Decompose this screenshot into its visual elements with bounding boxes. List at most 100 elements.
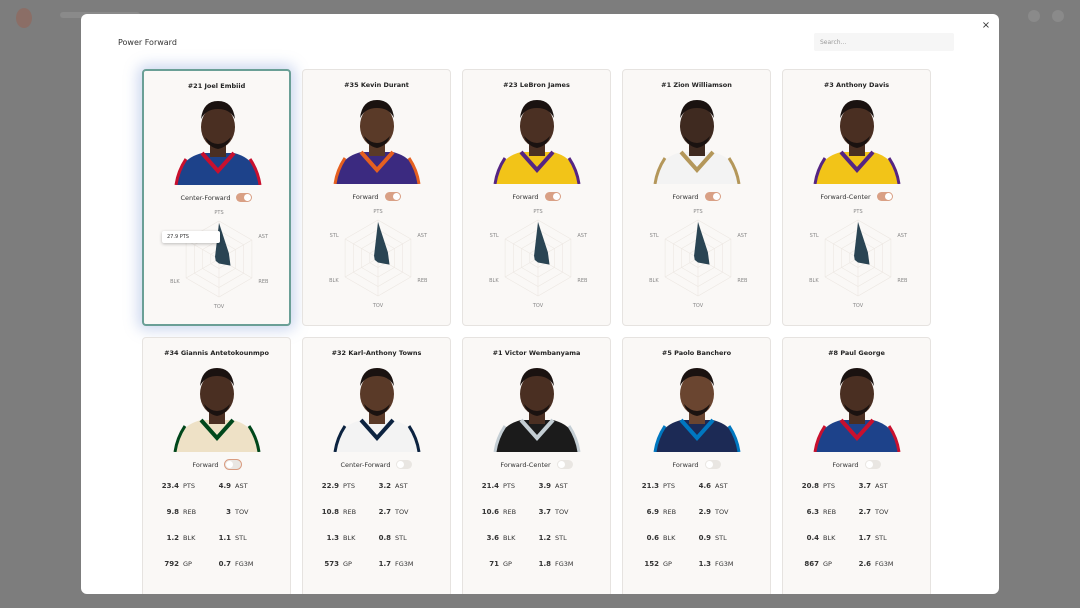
stat-tov: 3 TOV	[211, 508, 281, 516]
player-card-1-zion-williamson[interactable]: #1 Zion Williamson Forward PTS AST REB TOV BLK…	[622, 69, 771, 326]
radar-shape	[694, 221, 710, 265]
position-row: Forward	[623, 192, 770, 201]
radar-label-blk: BLK	[489, 278, 499, 284]
stats-view-toggle[interactable]	[396, 460, 413, 469]
radar-chart: PTSASTREBTOVBLKSTL	[649, 209, 748, 308]
player-photo	[653, 100, 741, 184]
stats-view-toggle[interactable]	[236, 193, 253, 202]
stat-stl: 1.7 STL	[851, 534, 921, 542]
stat-value: 1.7	[858, 534, 871, 542]
player-card-34-giannis-antetokounmpo[interactable]: #34 Giannis Antetokounmpo Forward 23.4 PTS 4…	[142, 337, 291, 594]
stat-value: 3	[226, 508, 231, 516]
stat-key: GP	[183, 560, 192, 568]
stats-view-toggle[interactable]	[876, 192, 893, 201]
player-card-8-paul-george[interactable]: #8 Paul George Forward 20.8 PTS 3.7 AST 6.3 REB…	[782, 337, 931, 594]
stat-key: REB	[343, 508, 357, 516]
player-name: #1 Victor Wembanyama	[492, 349, 581, 357]
player-photo	[333, 368, 421, 452]
app-logo	[16, 8, 32, 28]
stats-view-toggle[interactable]	[864, 460, 881, 469]
player-card-5-paolo-banchero[interactable]: #5 Paolo Banchero Forward 21.3 PTS 4.6 AST 6.9…	[622, 337, 771, 594]
player-card-1-victor-wembanyama[interactable]: #1 Victor Wembanyama Forward-Center 21.4 PT…	[462, 337, 611, 594]
stat-ast: 3.2 AST	[371, 482, 441, 490]
radar-label-stl: STL	[650, 233, 659, 239]
stat-value: 152	[644, 560, 659, 568]
app-avatar	[1052, 10, 1064, 22]
stat-key: REB	[823, 508, 837, 516]
radar-label-stl: STL	[810, 233, 819, 239]
radar-label-blk: BLK	[329, 278, 339, 284]
radar-label-reb: REB	[737, 278, 748, 284]
close-button[interactable]: ×	[980, 20, 992, 32]
radar-chart: PTSASTREBTOVBLKSTL	[170, 210, 269, 309]
radar-shape	[854, 221, 870, 265]
search-input[interactable]	[814, 33, 954, 51]
position-row: Forward	[623, 460, 770, 469]
stat-key: AST	[555, 482, 568, 490]
stat-value: 3.6	[486, 534, 499, 542]
player-name: #35 Kevin Durant	[344, 81, 409, 89]
stat-value: 20.8	[801, 482, 819, 490]
stat-value: 0.9	[698, 534, 711, 542]
player-name: #1 Zion Williamson	[661, 81, 732, 89]
stat-key: STL	[395, 534, 407, 542]
player-card-23-lebron-james[interactable]: #23 LeBron James Forward PTS AST REB TOV BLK ST…	[462, 69, 611, 326]
stat-key: REB	[503, 508, 517, 516]
stat-value: 1.1	[218, 534, 231, 542]
stat-key: PTS	[823, 482, 836, 490]
stat-tov: 3.7 TOV	[531, 508, 601, 516]
player-name: #8 Paul George	[828, 349, 885, 357]
stats-view-toggle[interactable]	[556, 460, 573, 469]
position-label: Forward	[672, 460, 699, 469]
radar-label-stl: STL	[330, 233, 339, 239]
stat-tov: 2.9 TOV	[691, 508, 761, 516]
radar-label-blk: BLK	[170, 279, 180, 285]
player-card-21-joel-embiid[interactable]: #21 Joel Embiid Center-Forward PTS AST REB TO…	[142, 69, 291, 326]
stat-fg3m: 1.8 FG3M	[531, 560, 601, 568]
stats-view-toggle[interactable]	[223, 459, 242, 470]
stat-fg3m: 2.6 FG3M	[851, 560, 921, 568]
stat-value: 3.7	[538, 508, 551, 516]
stat-key: PTS	[183, 482, 196, 490]
modal-title: Power Forward	[118, 38, 177, 47]
stat-fg3m: 1.7 FG3M	[371, 560, 441, 568]
stat-value: 0.7	[218, 560, 231, 568]
toggle-knob	[705, 461, 713, 468]
position-label: Forward	[672, 192, 699, 201]
stat-tov: 2.7 TOV	[851, 508, 921, 516]
stat-value: 22.9	[321, 482, 339, 490]
player-card-32-karl-anthony-towns[interactable]: #32 Karl-Anthony Towns Center-Forward 22.9…	[302, 337, 451, 594]
stat-value: 3.2	[378, 482, 391, 490]
stats-view-toggle[interactable]	[544, 192, 561, 201]
player-card-35-kevin-durant[interactable]: #35 Kevin Durant Forward PTS AST REB TOV BLK ST…	[302, 69, 451, 326]
stats-view-toggle[interactable]	[704, 192, 721, 201]
stat-value: 21.4	[481, 482, 499, 490]
stat-key: GP	[823, 560, 832, 568]
radar-label-ast: AST	[897, 233, 908, 239]
stats-view-toggle[interactable]	[384, 192, 401, 201]
stat-key: AST	[875, 482, 888, 490]
radar-label-ast: AST	[417, 233, 428, 239]
player-card-3-anthony-davis[interactable]: #3 Anthony Davis Forward-Center PTS AST REB T…	[782, 69, 931, 326]
stat-value: 4.6	[698, 482, 711, 490]
stat-key: TOV	[555, 508, 569, 516]
player-photo	[493, 100, 581, 184]
stat-key: FG3M	[395, 560, 414, 568]
stat-key: TOV	[235, 508, 249, 516]
radar-label-blk: BLK	[649, 278, 659, 284]
radar-label-tov: TOV	[372, 303, 384, 308]
stat-key: AST	[715, 482, 728, 490]
stat-value: 2.9	[698, 508, 711, 516]
radar-label-reb: REB	[258, 279, 269, 285]
toggle-knob	[552, 193, 560, 200]
position-label: Center-Forward	[180, 193, 231, 202]
player-photo	[813, 368, 901, 452]
stat-value: 2.7	[378, 508, 391, 516]
stat-ast: 3.7 AST	[851, 482, 921, 490]
stat-value: 3.9	[538, 482, 551, 490]
player-name: #21 Joel Embiid	[187, 82, 246, 90]
stat-stl: 1.1 STL	[211, 534, 281, 542]
radar-label-pts: PTS	[373, 209, 382, 215]
stats-view-toggle[interactable]	[704, 460, 721, 469]
stat-value: 792	[164, 560, 179, 568]
